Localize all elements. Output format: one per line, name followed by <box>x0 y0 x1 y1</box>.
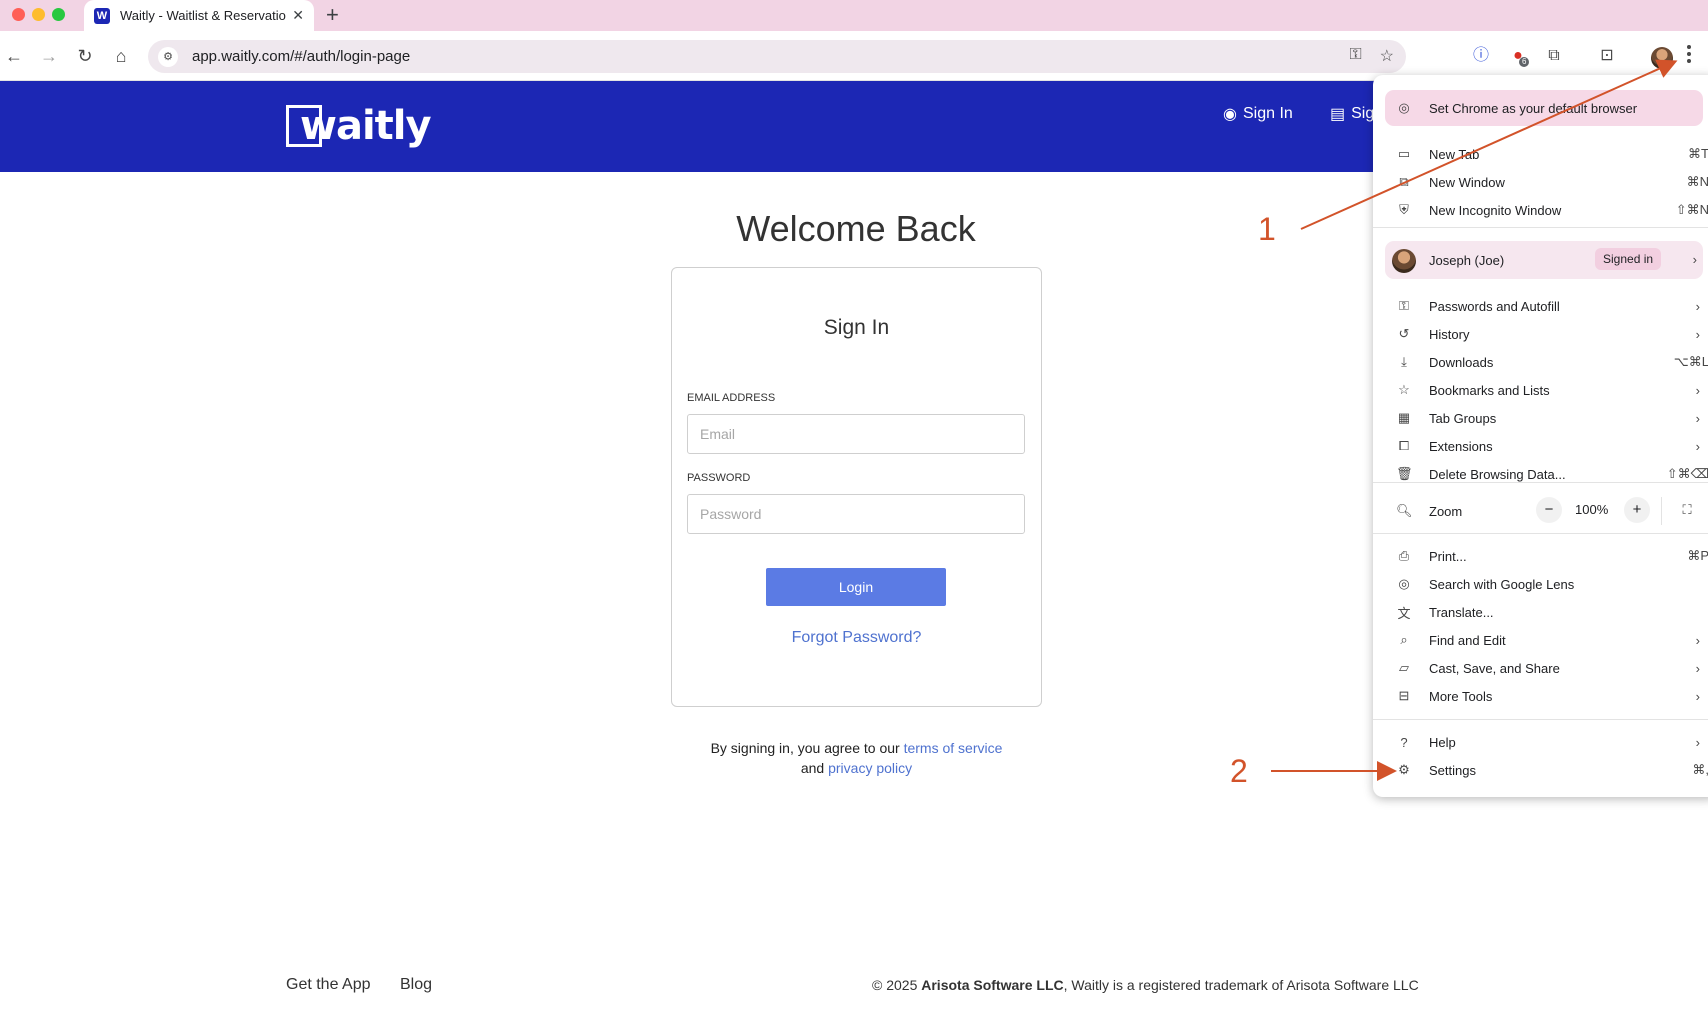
annotation-arrows <box>1271 59 1678 781</box>
arrow-1-line <box>1300 59 1678 230</box>
annotation-number-2: 2 <box>1230 753 1248 789</box>
annotation-number-1: 1 <box>1258 211 1276 247</box>
